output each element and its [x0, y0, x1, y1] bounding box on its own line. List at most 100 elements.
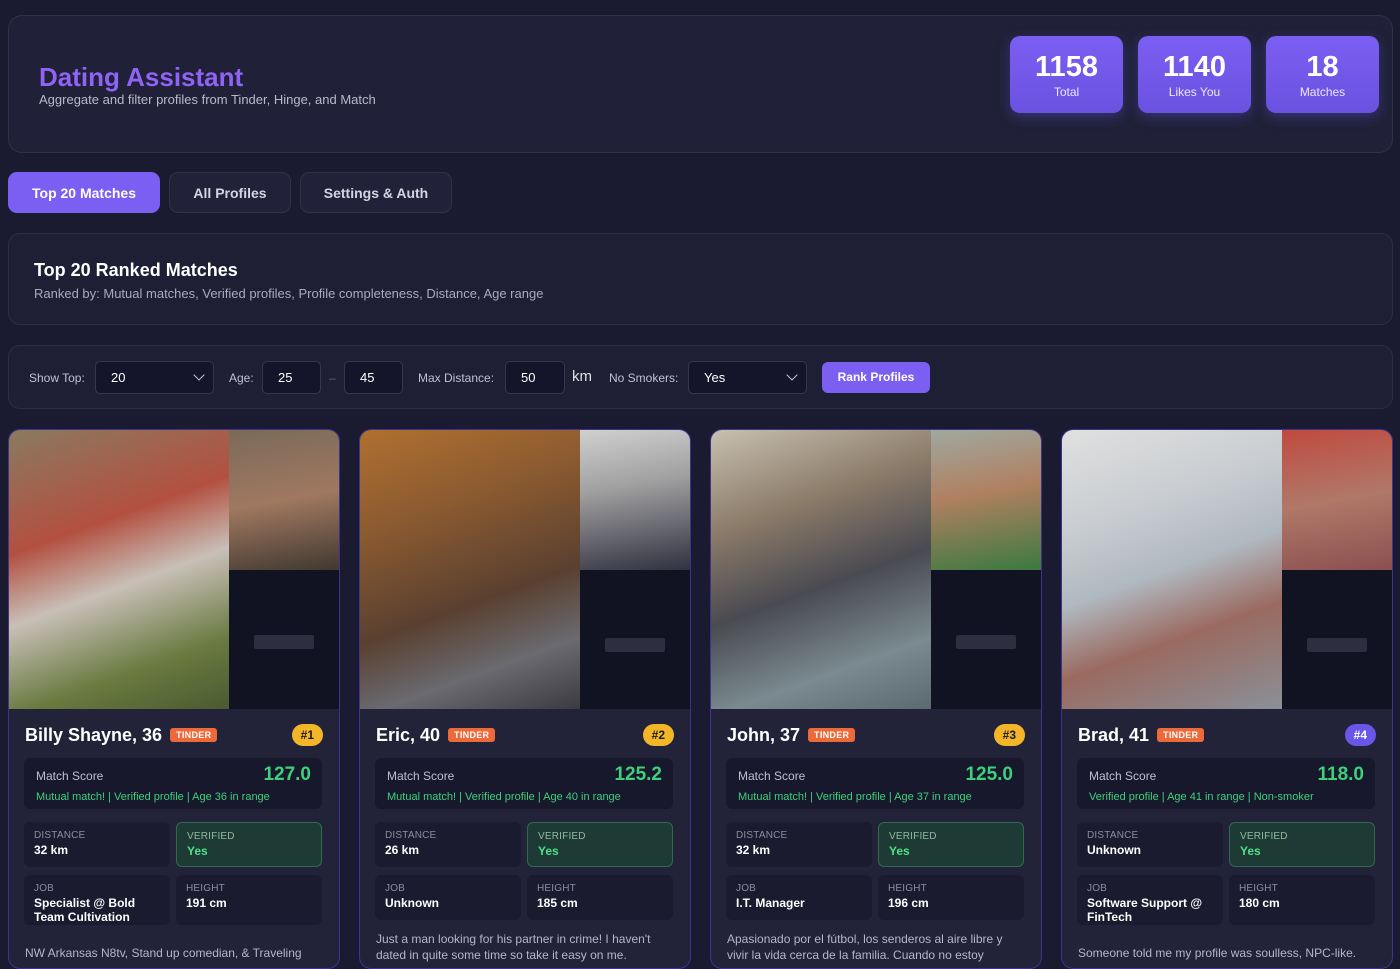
field-label: Verified: [889, 831, 937, 842]
stat-total: 1158 Total: [1010, 36, 1123, 113]
app-title: Dating Assistant: [39, 62, 244, 92]
field-value: 32 km: [736, 843, 771, 857]
profile-photo-secondary[interactable]: [931, 430, 1041, 570]
rank-badge: #2: [642, 724, 674, 746]
tab-settings-auth[interactable]: Settings & Auth: [300, 172, 452, 213]
rank-badge: #4: [1344, 724, 1376, 746]
match-score-box: Match Score 127.0 Mutual match! | Verifi…: [24, 758, 322, 809]
match-reasons: Mutual match! | Verified profile | Age 3…: [738, 791, 972, 803]
profile-card[interactable]: Eric, 40 TINDER #2 Match Score 125.2 Mutu…: [359, 429, 691, 969]
profile-bio: Someone told me my profile was soulless,…: [1078, 946, 1357, 960]
field-value: Yes: [1240, 844, 1261, 858]
profile-card[interactable]: Billy Shayne, 36 TINDER #1 Match Score 12…: [8, 429, 340, 969]
verified-field: Verified Yes: [1229, 822, 1375, 867]
stat-label: Matches: [1299, 85, 1346, 99]
platform-badge: TINDER: [808, 728, 856, 742]
profile-photos[interactable]: [9, 430, 339, 709]
field-label: Distance: [736, 830, 788, 841]
app-header: Dating Assistant Aggregate and filter pr…: [8, 15, 1393, 153]
match-reasons: Mutual match! | Verified profile | Age 3…: [36, 791, 270, 803]
profile-photos[interactable]: [360, 430, 690, 709]
no-smokers-label: No Smokers:: [609, 371, 679, 385]
match-score-label: Match Score: [387, 769, 455, 783]
field-label: Job: [736, 883, 757, 894]
field-value: 26 km: [385, 843, 420, 857]
show-top-value: 20: [111, 370, 126, 385]
blurred-label: [1307, 638, 1367, 652]
chevron-down-icon: [786, 369, 798, 381]
profile-name-text: Brad, 41: [1078, 725, 1150, 745]
age-min-input[interactable]: 25: [262, 361, 321, 394]
age-max-input[interactable]: 45: [344, 361, 403, 394]
match-score-label: Match Score: [36, 769, 104, 783]
show-top-select[interactable]: 20: [95, 361, 214, 394]
tab-all-profiles[interactable]: All Profiles: [169, 172, 291, 213]
match-score-box: Match Score 125.2 Mutual match! | Verifi…: [375, 758, 673, 809]
field-value: 191 cm: [186, 896, 227, 910]
tab-top-20-matches[interactable]: Top 20 Matches: [8, 172, 160, 213]
match-score-label: Match Score: [1089, 769, 1157, 783]
profile-photo-secondary[interactable]: [1282, 430, 1392, 570]
match-score-value: 127.0: [263, 764, 311, 785]
verified-field: Verified Yes: [176, 822, 322, 867]
profile-photo[interactable]: [711, 430, 931, 709]
field-label: Verified: [538, 831, 586, 842]
chevron-down-icon: [193, 369, 205, 381]
profile-photos[interactable]: [711, 430, 1041, 709]
profile-photos[interactable]: [1062, 430, 1392, 709]
profile-name-text: John, 37: [727, 725, 801, 745]
match-score-label: Match Score: [738, 769, 806, 783]
job-field: Job I.T. Manager: [726, 875, 872, 920]
profile-card[interactable]: John, 37 TINDER #3 Match Score 125.0 Mutu…: [710, 429, 1042, 969]
stat-value: 1140: [1163, 51, 1226, 83]
job-field: Job Unknown: [375, 875, 521, 920]
field-label: Distance: [34, 830, 86, 841]
rank-badge: #3: [993, 724, 1025, 746]
field-label: Distance: [385, 830, 437, 841]
field-label: Height: [1239, 883, 1278, 894]
field-value: I.T. Manager: [736, 896, 805, 910]
stat-matches: 18 Matches: [1266, 36, 1379, 113]
profile-photo-placeholder: [1282, 570, 1392, 709]
field-value: Unknown: [1087, 843, 1141, 857]
rank-profiles-button[interactable]: Rank Profiles: [822, 362, 930, 393]
field-value: Yes: [187, 844, 208, 858]
match-score-value: 118.0: [1317, 764, 1365, 785]
profile-photo-placeholder: [580, 570, 690, 709]
profile-photo[interactable]: [360, 430, 580, 709]
profile-photo[interactable]: [1062, 430, 1282, 709]
platform-badge: TINDER: [448, 728, 496, 742]
distance-field: Distance Unknown: [1077, 822, 1223, 867]
blurred-label: [605, 638, 665, 652]
height-field: Height 191 cm: [176, 875, 322, 925]
field-value: Yes: [538, 844, 559, 858]
filter-bar: Show Top: 20 Age: 25 – 45 Max Distance: …: [8, 345, 1393, 409]
rank-badge: #1: [291, 724, 323, 746]
profile-name: Billy Shayne, 36 TINDER: [25, 725, 218, 746]
profile-name-text: Eric, 40: [376, 725, 441, 745]
field-value: 180 cm: [1239, 896, 1280, 910]
match-reasons: Verified profile | Age 41 in range | Non…: [1089, 791, 1314, 803]
profile-photo[interactable]: [9, 430, 229, 709]
profile-name: Eric, 40 TINDER: [376, 725, 496, 746]
profile-photo-secondary[interactable]: [229, 430, 339, 570]
platform-badge: TINDER: [170, 728, 218, 742]
verified-field: Verified Yes: [878, 822, 1024, 867]
field-label: Job: [1087, 883, 1108, 894]
profile-photo-placeholder: [229, 570, 339, 709]
height-field: Height 196 cm: [878, 875, 1024, 920]
field-label: Job: [385, 883, 406, 894]
platform-badge: TINDER: [1157, 728, 1205, 742]
profile-card[interactable]: Brad, 41 TINDER #4 Match Score 118.0 Veri…: [1061, 429, 1393, 969]
profile-photo-secondary[interactable]: [580, 430, 690, 570]
max-distance-input[interactable]: 50: [505, 361, 565, 394]
distance-field: Distance 32 km: [726, 822, 872, 867]
no-smokers-select[interactable]: Yes: [688, 361, 807, 394]
profile-name: John, 37 TINDER: [727, 725, 856, 746]
field-label: Height: [888, 883, 927, 894]
field-value: Unknown: [385, 896, 439, 910]
profile-bio: Apasionado por el fútbol, los senderos a…: [727, 932, 1003, 962]
field-value: 32 km: [34, 843, 69, 857]
stat-value: 1158: [1035, 51, 1098, 83]
field-value: Yes: [889, 844, 910, 858]
